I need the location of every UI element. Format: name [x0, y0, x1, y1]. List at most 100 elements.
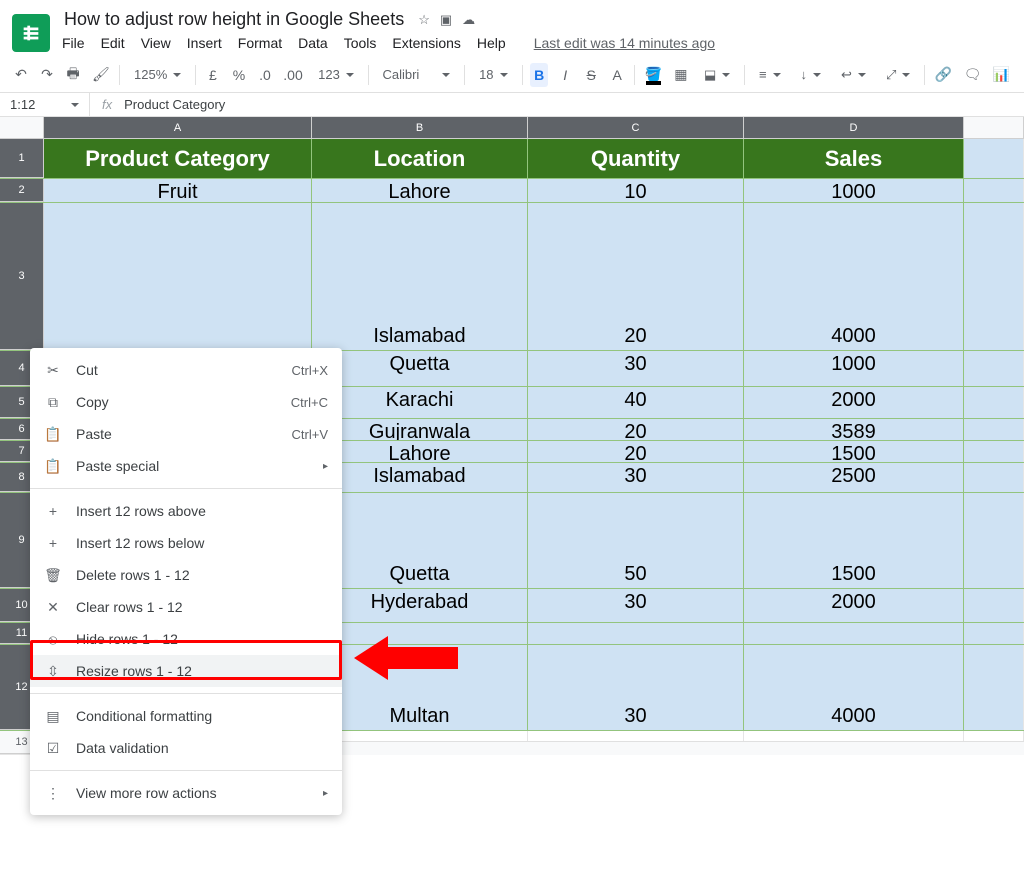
column-header-C[interactable]: C	[528, 117, 744, 138]
ctx-conditional-formatting[interactable]: ▤Conditional formatting	[30, 700, 342, 732]
row-header-3[interactable]: 3	[0, 203, 44, 350]
ctx-hide-rows[interactable]: ⦸Hide rows 1 - 12	[30, 623, 342, 655]
insert-link-button[interactable]: 🔗	[933, 62, 954, 87]
cell-B7[interactable]: Lahore	[312, 441, 528, 462]
cell-D3[interactable]: 4000	[744, 203, 964, 350]
cell-B2[interactable]: Lahore	[312, 179, 528, 202]
cell-E8[interactable]	[964, 463, 1024, 492]
merge-cells-button[interactable]: ⬓	[698, 65, 736, 85]
cell-B6[interactable]: Gujranwala	[312, 419, 528, 440]
cell-B3[interactable]: Islamabad	[312, 203, 528, 350]
cell-D2[interactable]: 1000	[744, 179, 964, 202]
cell-C1[interactable]: Quantity	[528, 139, 744, 178]
bold-button[interactable]: B	[530, 63, 548, 87]
cell-D4[interactable]: 1000	[744, 351, 964, 386]
cell-E4[interactable]	[964, 351, 1024, 386]
ctx-delete-rows[interactable]: 🗑Delete rows 1 - 12	[30, 559, 342, 591]
cell-C3[interactable]: 20	[528, 203, 744, 350]
cell-D9[interactable]: 1500	[744, 493, 964, 588]
cell-B5[interactable]: Karachi	[312, 387, 528, 418]
menu-help[interactable]: Help	[477, 35, 506, 51]
cell-C10[interactable]: 30	[528, 589, 744, 622]
zoom-dropdown[interactable]: 125%	[128, 65, 187, 84]
insert-chart-button[interactable]: 📊	[991, 62, 1012, 87]
cell-E12[interactable]	[964, 645, 1024, 730]
text-rotation-button[interactable]: ⤢	[880, 65, 916, 85]
text-color-button[interactable]: A	[608, 63, 626, 87]
text-wrap-button[interactable]: ↩	[835, 65, 872, 85]
paint-format-button[interactable]: 🖌	[90, 62, 111, 87]
ctx-more-row-actions[interactable]: ⋮View more row actions▸	[30, 777, 342, 809]
undo-button[interactable]: ↶	[12, 62, 30, 87]
ctx-cut[interactable]: ✂CutCtrl+X	[30, 354, 342, 386]
font-size-dropdown[interactable]: 18	[473, 65, 513, 84]
star-icon[interactable]: ☆	[418, 12, 430, 28]
cell-D1[interactable]: Sales	[744, 139, 964, 178]
ctx-insert-above[interactable]: +Insert 12 rows above	[30, 495, 342, 527]
cell-E5[interactable]	[964, 387, 1024, 418]
ctx-insert-below[interactable]: +Insert 12 rows below	[30, 527, 342, 559]
menu-view[interactable]: View	[141, 35, 171, 51]
cell-D8[interactable]: 2500	[744, 463, 964, 492]
cell-E10[interactable]	[964, 589, 1024, 622]
ctx-resize-rows[interactable]: ⇳Resize rows 1 - 12	[30, 655, 342, 687]
menu-file[interactable]: File	[62, 35, 85, 51]
cell-D12[interactable]: 4000	[744, 645, 964, 730]
cell-D7[interactable]: 1500	[744, 441, 964, 462]
cell-C2[interactable]: 10	[528, 179, 744, 202]
ctx-copy[interactable]: ⧉CopyCtrl+C	[30, 386, 342, 418]
cell-E3[interactable]	[964, 203, 1024, 350]
cell-B10[interactable]: Hyderabad	[312, 589, 528, 622]
cell-E2[interactable]	[964, 179, 1024, 202]
cell-C11[interactable]	[528, 623, 744, 644]
cell-C5[interactable]: 40	[528, 387, 744, 418]
cell-E1[interactable]	[964, 139, 1024, 178]
column-header-D[interactable]: D	[744, 117, 964, 138]
fill-color-button[interactable]: 🪣	[643, 62, 664, 87]
row-header-1[interactable]: 1	[0, 139, 44, 178]
ctx-paste[interactable]: 📋PasteCtrl+V	[30, 418, 342, 450]
column-header-A[interactable]: A	[44, 117, 312, 138]
move-icon[interactable]: ▣	[440, 12, 452, 28]
redo-button[interactable]: ↷	[38, 62, 56, 87]
cell-C4[interactable]: 30	[528, 351, 744, 386]
cell-A3[interactable]	[44, 203, 312, 350]
ctx-paste-special[interactable]: 📋Paste special▸	[30, 450, 342, 482]
cell-C7[interactable]: 20	[528, 441, 744, 462]
cell-D6[interactable]: 3589	[744, 419, 964, 440]
select-all-corner[interactable]	[0, 117, 44, 138]
menu-format[interactable]: Format	[238, 35, 282, 51]
document-title[interactable]: How to adjust row height in Google Sheet…	[60, 8, 408, 31]
cell-C8[interactable]: 30	[528, 463, 744, 492]
cell-C9[interactable]: 50	[528, 493, 744, 588]
cell-E11[interactable]	[964, 623, 1024, 644]
insert-comment-button[interactable]: 🗨	[962, 62, 983, 87]
cell-D10[interactable]: 2000	[744, 589, 964, 622]
format-currency-button[interactable]: £	[204, 63, 222, 87]
cell-D11[interactable]	[744, 623, 964, 644]
format-percent-button[interactable]: %	[230, 63, 248, 87]
name-box[interactable]: 1:12	[0, 93, 90, 116]
cell-C6[interactable]: 20	[528, 419, 744, 440]
ctx-data-validation[interactable]: ☑Data validation	[30, 732, 342, 764]
more-formats-button[interactable]: 123	[312, 65, 360, 84]
menu-edit[interactable]: Edit	[101, 35, 125, 51]
italic-button[interactable]: I	[556, 63, 574, 87]
menu-insert[interactable]: Insert	[187, 35, 222, 51]
borders-button[interactable]: ▦	[672, 62, 690, 87]
cell-C12[interactable]: 30	[528, 645, 744, 730]
menu-extensions[interactable]: Extensions	[392, 35, 460, 51]
last-edit-link[interactable]: Last edit was 14 minutes ago	[534, 35, 715, 51]
cell-E7[interactable]	[964, 441, 1024, 462]
cell-B11[interactable]	[312, 623, 528, 644]
font-family-dropdown[interactable]: Calibri	[376, 65, 456, 84]
cell-B8[interactable]: Islamabad	[312, 463, 528, 492]
column-header-B[interactable]: B	[312, 117, 528, 138]
cloud-status-icon[interactable]: ☁	[462, 12, 475, 28]
cell-E9[interactable]	[964, 493, 1024, 588]
row-header-2[interactable]: 2	[0, 179, 44, 202]
cell-A2[interactable]: Fruit	[44, 179, 312, 202]
cell-D5[interactable]: 2000	[744, 387, 964, 418]
cell-B4[interactable]: Quetta	[312, 351, 528, 386]
vertical-align-button[interactable]: ↓	[795, 65, 828, 84]
